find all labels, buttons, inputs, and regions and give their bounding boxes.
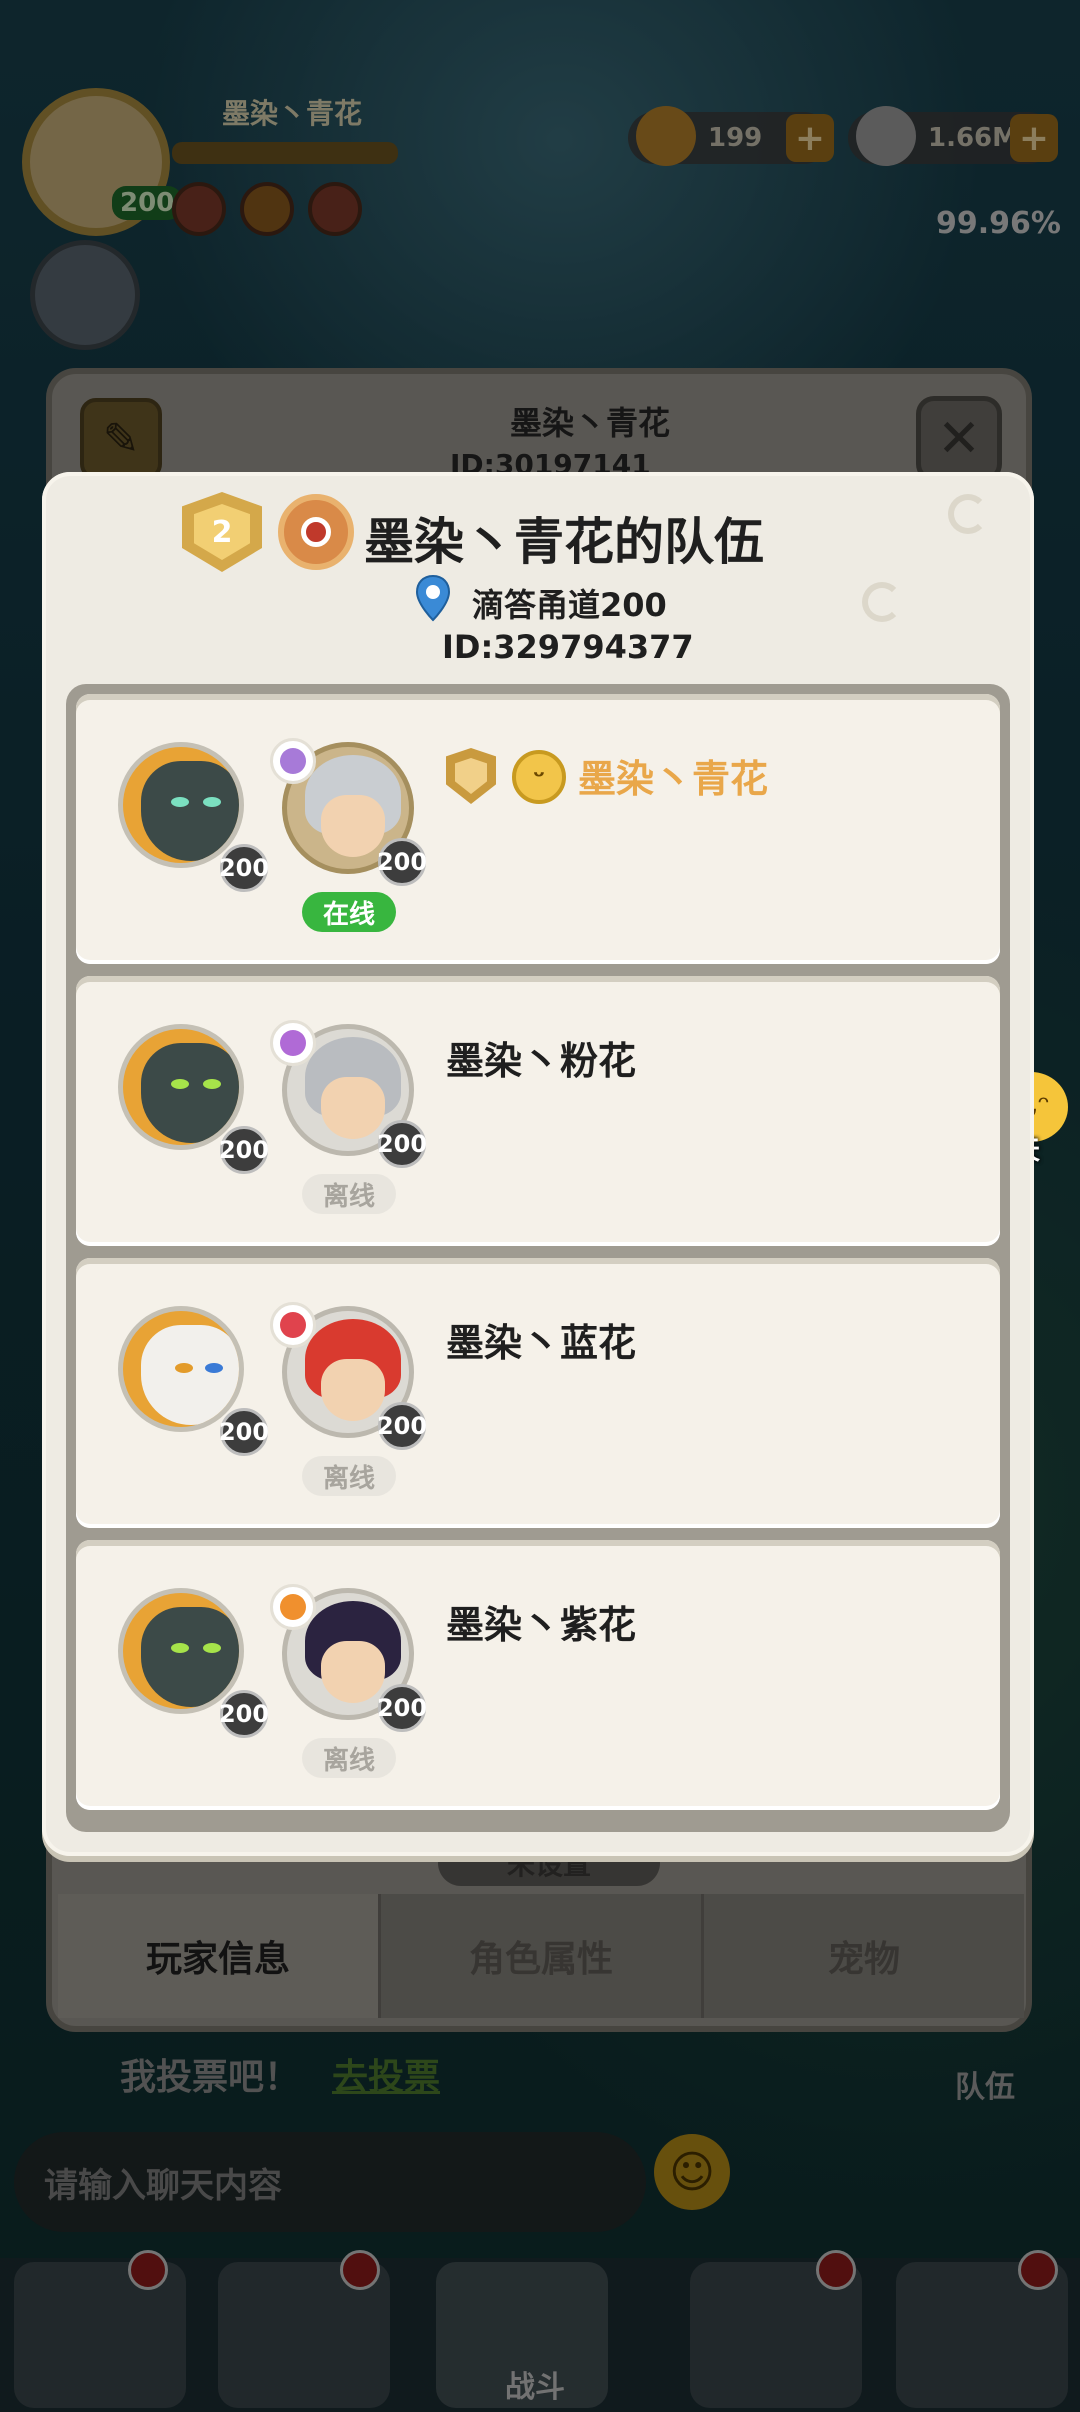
member-list: 200 200 在线 ᵕ 墨染丶青花 200 200 离线 墨染丶粉花 200 …: [66, 684, 1010, 1832]
team-location: 滴答甬道200: [472, 586, 667, 624]
member-name: 墨染丶紫花: [446, 1603, 637, 1647]
team-modal: 2 墨染丶青花的队伍 滴答甬道200 ID:329794377 200 200 …: [42, 472, 1034, 1856]
pet-level-badge: 200: [219, 1408, 269, 1456]
member-card[interactable]: 200 200 离线 墨染丶蓝花: [76, 1258, 1000, 1528]
cat-pet-icon: [141, 1325, 239, 1425]
character-face: [321, 1077, 385, 1139]
character-face: [321, 1359, 385, 1421]
character-level-badge: 200: [377, 838, 427, 886]
pet-eye: [171, 797, 189, 807]
pokeball-emblem-icon: [278, 494, 354, 570]
status-badge: 离线: [302, 1456, 396, 1496]
character-level-badge: 200: [377, 1402, 427, 1450]
status-badge: 离线: [302, 1174, 396, 1214]
wolf-pet-icon: [141, 1043, 239, 1143]
character-face: [321, 1641, 385, 1703]
pet-eye: [171, 1643, 189, 1653]
pet-eye: [203, 1079, 221, 1089]
character-level-badge: 200: [377, 1684, 427, 1732]
rank-badge-icon: 2: [182, 492, 262, 572]
character-face: [321, 795, 385, 857]
leader-shield-icon: [446, 748, 496, 804]
pet-eye: [171, 1079, 189, 1089]
status-badge: 离线: [302, 1738, 396, 1778]
member-card[interactable]: 200 200 在线 ᵕ 墨染丶青花: [76, 694, 1000, 964]
pet-eye: [175, 1363, 193, 1373]
element-flame-icon: [270, 1584, 316, 1630]
decoration-swirl: [948, 494, 988, 534]
smiley-icon: ᵕ: [512, 750, 566, 804]
pet-level-badge: 200: [219, 1126, 269, 1174]
member-card[interactable]: 200 200 离线 墨染丶粉花: [76, 976, 1000, 1246]
element-fire-icon: [270, 1302, 316, 1348]
team-id: ID:329794377: [442, 628, 694, 666]
pet-avatar: [118, 742, 244, 868]
pet-eye: [205, 1363, 223, 1373]
pet-level-badge: 200: [219, 1690, 269, 1738]
pet-avatar: [118, 1306, 244, 1432]
pet-level-badge: 200: [219, 844, 269, 892]
pet-avatar: [118, 1588, 244, 1714]
character-level-badge: 200: [377, 1120, 427, 1168]
status-badge: 在线: [302, 892, 396, 932]
team-title: 墨染丶青花的队伍: [364, 513, 764, 571]
member-card[interactable]: 200 200 离线 墨染丶紫花: [76, 1540, 1000, 1810]
pet-eye: [203, 1643, 221, 1653]
pet-avatar: [118, 1024, 244, 1150]
element-psychic-icon: [270, 1020, 316, 1066]
wolf-pet-icon: [141, 761, 239, 861]
location-pin-icon: [415, 574, 451, 622]
wolf-pet-icon: [141, 1607, 239, 1707]
member-name: 墨染丶粉花: [446, 1039, 637, 1083]
member-name: 墨染丶青花: [578, 757, 769, 801]
member-name: 墨染丶蓝花: [446, 1321, 637, 1365]
decoration-swirl: [862, 582, 902, 622]
pet-eye: [203, 797, 221, 807]
team-header: 2 墨染丶青花的队伍 滴答甬道200 ID:329794377: [42, 472, 1034, 672]
element-wind-icon: [270, 738, 316, 784]
